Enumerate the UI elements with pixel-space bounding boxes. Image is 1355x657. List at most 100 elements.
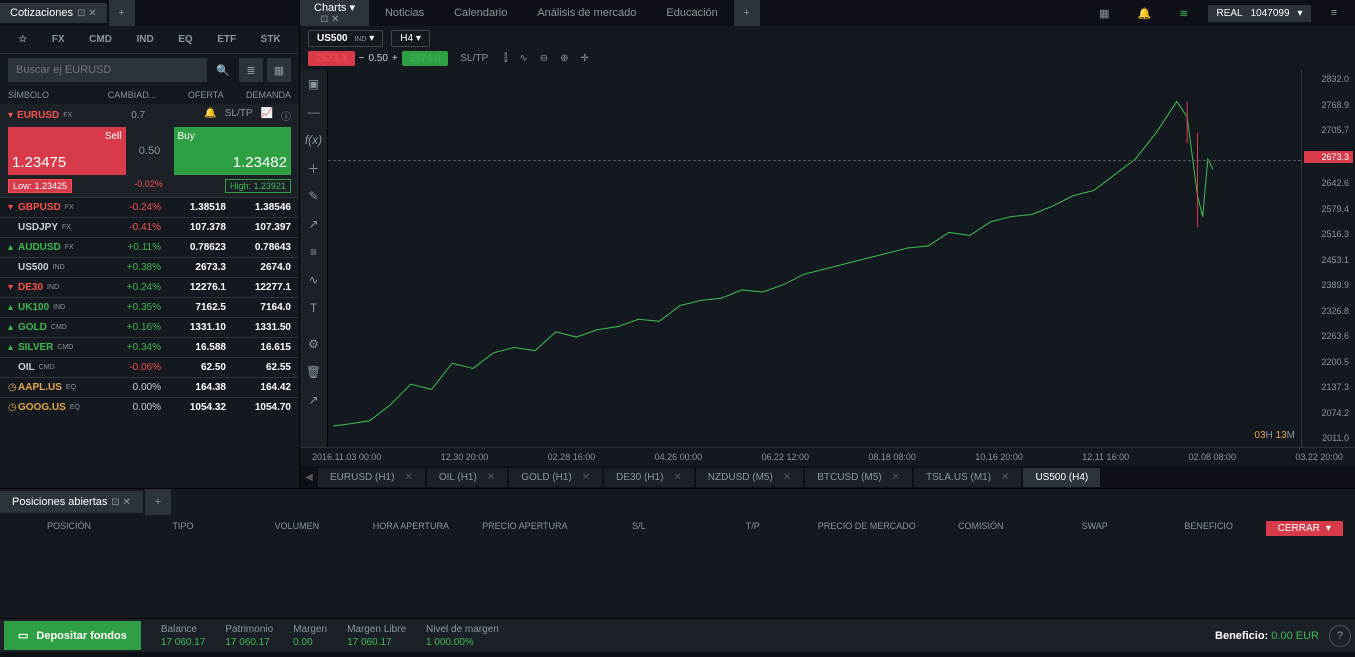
sltp-label[interactable]: SL/TP bbox=[225, 108, 253, 123]
help-icon[interactable]: ? bbox=[1329, 625, 1351, 647]
nav-news[interactable]: Noticias bbox=[371, 2, 438, 24]
timeframe-selector[interactable]: H4 ▾ bbox=[391, 30, 430, 47]
bell-icon[interactable]: 🔔 bbox=[1130, 3, 1160, 24]
quote-row[interactable]: USDJPYFX -0.41% 107.378 107.397 bbox=[0, 217, 299, 237]
close-icon[interactable]: ✕ bbox=[1001, 472, 1009, 483]
symbol-search-input[interactable] bbox=[8, 58, 207, 82]
zoom-in-icon[interactable]: ⊕ bbox=[560, 53, 568, 64]
chart-tab[interactable]: DE30 (H1)✕ bbox=[604, 468, 694, 487]
close-all-button[interactable]: CERRAR ▾ bbox=[1266, 521, 1343, 536]
fx-tab[interactable]: FX bbox=[52, 34, 65, 45]
quote-row[interactable]: OILCMD -0.06% 62.50 62.55 bbox=[0, 357, 299, 377]
chart-tab[interactable]: BTCUSD (M5)✕ bbox=[805, 468, 912, 487]
symbol-name: AAPL.US bbox=[18, 382, 62, 393]
change-pct: +0.24% bbox=[96, 282, 161, 293]
nav-calendar[interactable]: Calendario bbox=[440, 2, 521, 24]
tool-icon[interactable]: ⫿ bbox=[504, 53, 507, 64]
chart-tab[interactable]: NZDUSD (M5)✕ bbox=[696, 468, 803, 487]
close-icon[interactable]: ✕ bbox=[783, 472, 791, 483]
quote-row[interactable]: ▴ UK100IND +0.35% 7162.5 7164.0 bbox=[0, 297, 299, 317]
grid-view-icon[interactable]: ▦ bbox=[267, 58, 291, 82]
crosshair-icon[interactable]: ✛ bbox=[581, 53, 589, 64]
buy-button[interactable]: Buy 1.23482 bbox=[174, 127, 292, 175]
favorites-tab[interactable]: ☆ bbox=[18, 34, 27, 45]
quote-row[interactable]: ▴ AUDUSDFX +0.11% 0.78623 0.78643 bbox=[0, 237, 299, 257]
close-icon[interactable]: ✕ bbox=[892, 472, 900, 483]
sltp-label[interactable]: SL/TP bbox=[460, 53, 488, 64]
fib-tool[interactable]: ≡ bbox=[300, 238, 327, 266]
expanded-volume[interactable]: 0.7 bbox=[131, 110, 145, 121]
add-chart-tab[interactable]: + bbox=[734, 0, 760, 26]
quote-list[interactable]: ▾ GBPUSDFX -0.24% 1.38518 1.38546 USDJPY… bbox=[0, 197, 299, 488]
day-change: -0.02% bbox=[134, 179, 163, 193]
nav-education[interactable]: Educación bbox=[652, 2, 731, 24]
quote-row[interactable]: ▴ GOLDCMD +0.16% 1331.10 1331.50 bbox=[0, 317, 299, 337]
change-pct: 0.00% bbox=[96, 382, 161, 393]
price-axis: 2832.02768.92705.72673.32642.62579.42516… bbox=[1301, 70, 1355, 447]
delete-tool[interactable]: 🗑 bbox=[300, 358, 327, 386]
info-icon[interactable]: ⓘ bbox=[281, 108, 291, 123]
close-icon[interactable]: ✕ bbox=[673, 472, 681, 483]
symbol-name: SILVER bbox=[18, 342, 53, 353]
quote-row[interactable]: ◷ AAPL.USEQ 0.00% 164.38 164.42 bbox=[0, 377, 299, 397]
quote-row[interactable]: ◷ GOOG.USEQ 0.00% 1054.32 1054.70 bbox=[0, 397, 299, 417]
footer-stat: Margen Libre17 060.17 bbox=[347, 624, 406, 648]
tabs-prev[interactable]: ◀ bbox=[300, 472, 318, 483]
list-view-icon[interactable]: ≣ bbox=[239, 58, 263, 82]
account-selector[interactable]: REAL 1047099 ▾ bbox=[1208, 5, 1310, 22]
window-controls[interactable]: ⊡ ✕ bbox=[77, 8, 97, 19]
quote-row[interactable]: ▾ GBPUSDFX -0.24% 1.38518 1.38546 bbox=[0, 197, 299, 217]
ask-pill[interactable]: 2674.0 bbox=[402, 51, 449, 66]
arrow-tool[interactable]: ↗ bbox=[300, 210, 327, 238]
line-tool[interactable]: — bbox=[300, 98, 327, 126]
plus-icon[interactable]: + bbox=[392, 53, 398, 64]
footer-stat: Patrimonio17 060.17 bbox=[225, 624, 273, 648]
minus-icon[interactable]: − bbox=[359, 53, 365, 64]
chart-tab[interactable]: EURUSD (H1)✕ bbox=[318, 468, 425, 487]
share-tool[interactable]: ↗ bbox=[300, 386, 327, 414]
search-icon[interactable]: 🔍 bbox=[211, 58, 235, 82]
stk-tab[interactable]: STK bbox=[261, 34, 281, 45]
positions-tab[interactable]: Posiciones abiertas ⊡ ✕ bbox=[0, 491, 143, 513]
sell-button[interactable]: Sell 1.23475 bbox=[8, 127, 126, 175]
ind-tab[interactable]: IND bbox=[136, 34, 153, 45]
quotes-tab[interactable]: Cotizaciones ⊡ ✕ bbox=[0, 3, 107, 23]
bid-price: 164.38 bbox=[161, 382, 226, 393]
chart-canvas[interactable]: 03H 13M bbox=[328, 70, 1301, 447]
text-tool[interactable]: T bbox=[300, 294, 327, 322]
close-icon[interactable]: ✕ bbox=[404, 472, 412, 483]
add-quotes-tab[interactable]: + bbox=[109, 0, 135, 26]
menu-icon[interactable]: ≡ bbox=[1323, 3, 1345, 23]
bid-pill[interactable]: 2673.3 bbox=[308, 51, 355, 66]
cursor-tool[interactable]: ▣ bbox=[300, 70, 327, 98]
nav-analysis[interactable]: Análisis de mercado bbox=[523, 2, 650, 24]
add-positions-tab[interactable]: + bbox=[145, 489, 171, 515]
deposit-button[interactable]: ▭ Depositar fondos bbox=[4, 621, 141, 650]
cmd-tab[interactable]: CMD bbox=[89, 34, 112, 45]
chart-tab[interactable]: OIL (H1)✕ bbox=[427, 468, 507, 487]
indicators-icon[interactable]: ∿ bbox=[519, 53, 527, 64]
chart-tab[interactable]: GOLD (H1)✕ bbox=[509, 468, 602, 487]
cross-tool[interactable]: ＋ bbox=[300, 154, 327, 182]
etf-tab[interactable]: ETF bbox=[217, 34, 236, 45]
draw-tool[interactable]: ✎ bbox=[300, 182, 327, 210]
bell-icon[interactable]: 🔔 bbox=[204, 108, 216, 123]
change-pct: +0.16% bbox=[96, 322, 161, 333]
layout-icon[interactable]: ▦ bbox=[1091, 3, 1117, 24]
chart-tab[interactable]: US500 (H4) bbox=[1023, 468, 1100, 487]
fx-tool[interactable]: f(x) bbox=[300, 126, 327, 154]
close-icon[interactable]: ✕ bbox=[582, 472, 590, 483]
ask-price: 7164.0 bbox=[226, 302, 291, 313]
window-controls[interactable]: ⊡ ✕ bbox=[111, 497, 131, 508]
settings-tool[interactable]: ⚙ bbox=[300, 330, 327, 358]
chart-tab[interactable]: TSLA.US (M1)✕ bbox=[914, 468, 1021, 487]
quote-row[interactable]: US500IND +0.38% 2673.3 2674.0 bbox=[0, 257, 299, 277]
wave-tool[interactable]: ∿ bbox=[300, 266, 327, 294]
close-icon[interactable]: ✕ bbox=[487, 472, 495, 483]
eq-tab[interactable]: EQ bbox=[178, 34, 192, 45]
zoom-out-icon[interactable]: ⊖ bbox=[540, 53, 548, 64]
quote-row[interactable]: ▴ SILVERCMD +0.34% 16.588 16.615 bbox=[0, 337, 299, 357]
chart-symbol[interactable]: US500 IND ▾ bbox=[308, 30, 383, 47]
quote-row[interactable]: ▾ DE30IND +0.24% 12276.1 12277.1 bbox=[0, 277, 299, 297]
chart-mini-icon[interactable]: 📈 bbox=[261, 108, 273, 123]
